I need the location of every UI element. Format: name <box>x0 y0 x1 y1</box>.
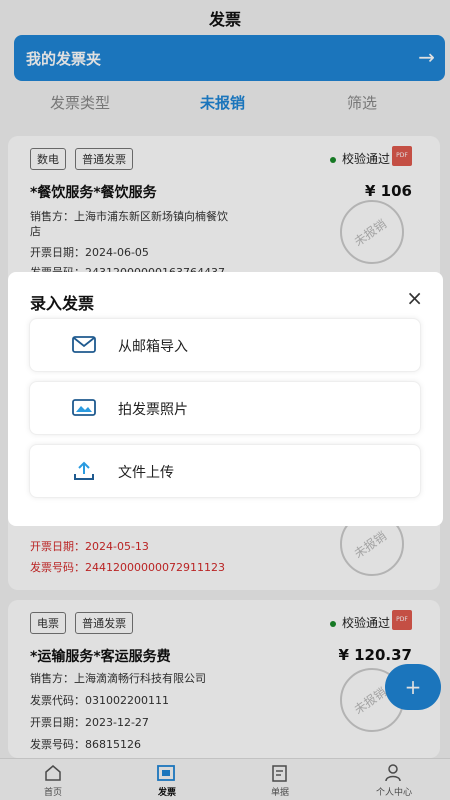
option-label: 拍发票照片 <box>118 402 188 418</box>
dialog-title: 录入发票 <box>30 294 95 313</box>
mail-icon <box>72 334 96 356</box>
import-from-email-button[interactable]: 从邮箱导入 <box>29 318 421 372</box>
upload-icon <box>72 460 96 482</box>
upload-file-button[interactable]: 文件上传 <box>29 444 421 498</box>
image-icon <box>72 397 96 419</box>
take-invoice-photo-button[interactable]: 拍发票照片 <box>29 381 421 435</box>
option-label: 文件上传 <box>118 465 174 481</box>
option-label: 从邮箱导入 <box>118 339 188 355</box>
enter-invoice-dialog: 录入发票 × 从邮箱导入 拍发票照片 文件上传 <box>8 272 443 526</box>
close-icon[interactable]: × <box>406 286 423 310</box>
